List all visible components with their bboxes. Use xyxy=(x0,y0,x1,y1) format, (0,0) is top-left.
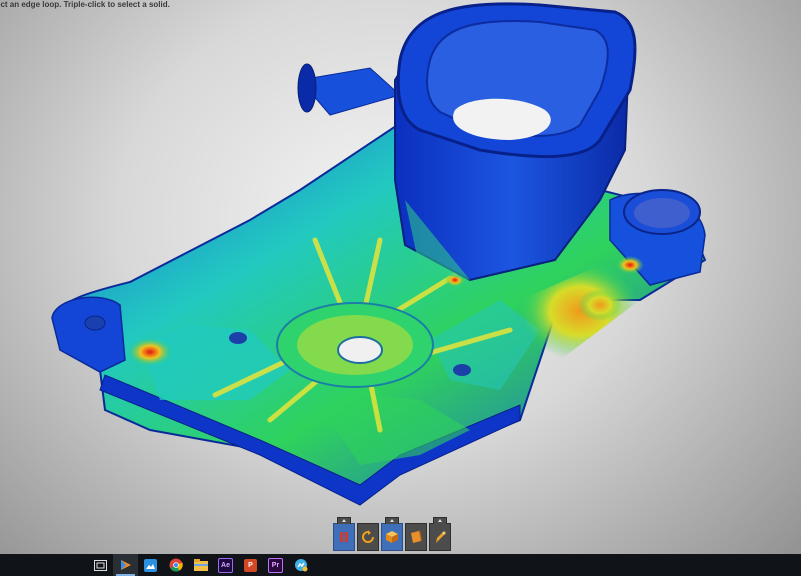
premiere-icon: Pr xyxy=(268,557,283,573)
task-view-icon xyxy=(94,559,107,571)
premiere-button[interactable]: Pr xyxy=(263,554,288,576)
fusion-app-button[interactable] xyxy=(113,554,138,576)
powerpoint-icon: P xyxy=(244,558,257,572)
powerpoint-button[interactable]: P xyxy=(238,554,263,576)
rotate-icon xyxy=(362,530,374,543)
cube-view-expand-handle[interactable] xyxy=(385,517,399,524)
section-icon xyxy=(411,530,422,543)
pause-expand-handle[interactable] xyxy=(337,517,351,524)
stress-model-render[interactable] xyxy=(0,0,801,555)
probe-icon xyxy=(436,531,446,543)
os-taskbar: Ae P Pr xyxy=(0,554,801,576)
taskbar-spacer xyxy=(0,554,88,576)
file-explorer-icon xyxy=(193,559,208,571)
pause-icon xyxy=(340,532,348,542)
fusion-app-icon xyxy=(120,560,131,570)
cube-view-icon xyxy=(386,531,398,543)
section-button[interactable] xyxy=(405,523,427,551)
chrome-browser-icon xyxy=(169,558,183,572)
file-explorer-button[interactable] xyxy=(188,554,213,576)
pause-button[interactable] xyxy=(333,517,355,551)
task-view-button[interactable] xyxy=(88,554,113,576)
side-pipe xyxy=(297,63,402,116)
photos-app-icon xyxy=(144,558,157,572)
probe-expand-handle[interactable] xyxy=(433,517,447,524)
probe-button[interactable] xyxy=(429,517,451,551)
photos-app-button[interactable] xyxy=(138,554,163,576)
3d-viewport[interactable] xyxy=(0,0,801,555)
playback-toolbar xyxy=(333,517,451,551)
chrome-browser-button[interactable] xyxy=(163,554,188,576)
messaging-app-icon xyxy=(294,559,307,572)
after-effects-icon: Ae xyxy=(218,557,233,573)
rotate-button[interactable] xyxy=(357,523,379,551)
after-effects-button[interactable]: Ae xyxy=(213,554,238,576)
cube-view-button[interactable] xyxy=(381,517,403,551)
messaging-app-button[interactable] xyxy=(288,554,313,576)
